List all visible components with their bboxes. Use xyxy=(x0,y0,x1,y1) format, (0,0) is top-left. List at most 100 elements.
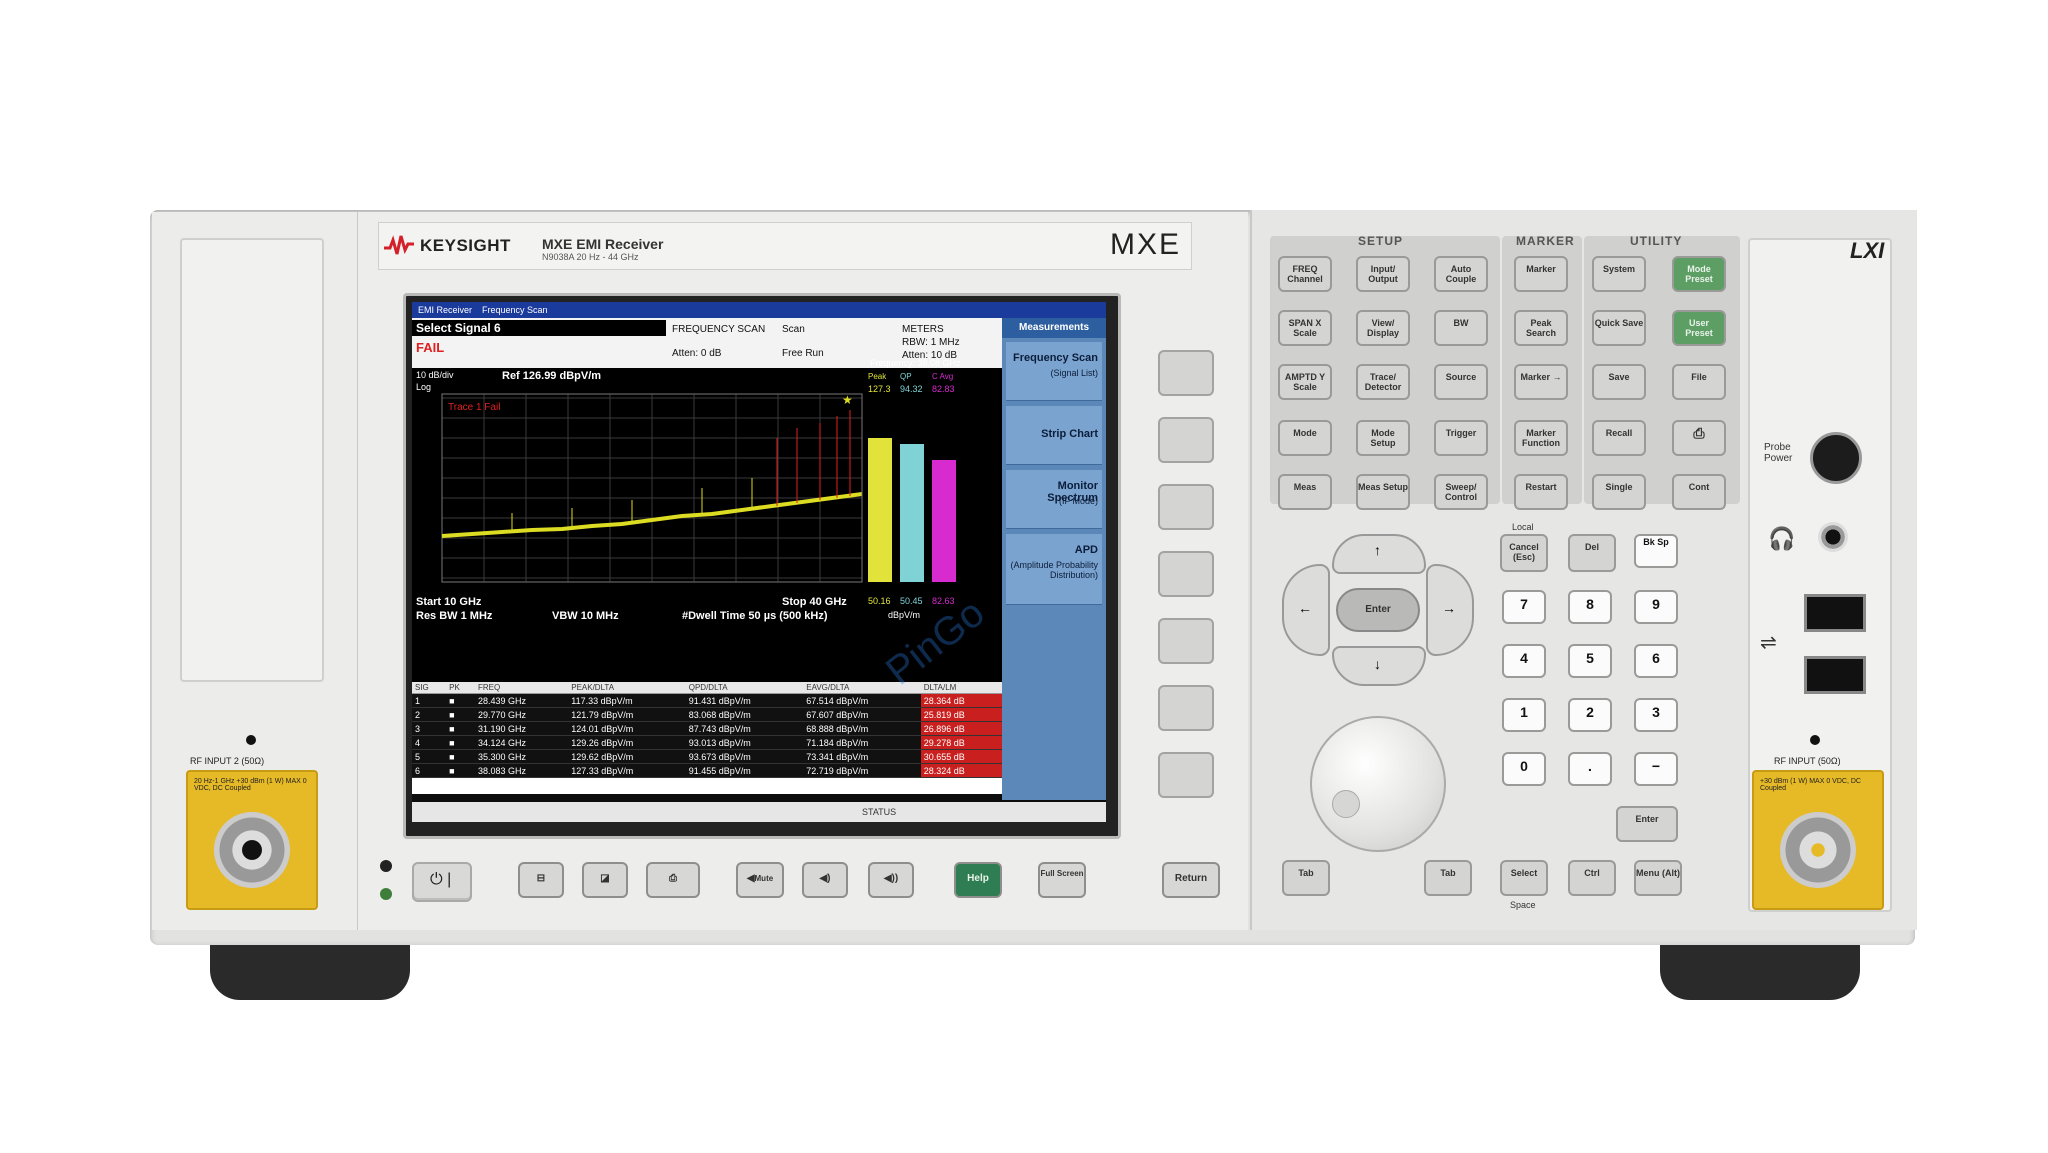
help-button[interactable]: Help xyxy=(954,862,1002,898)
key-recall[interactable]: Recall xyxy=(1592,420,1646,456)
tab-forward-key[interactable]: Tab xyxy=(1424,860,1472,896)
key-peak-search[interactable]: Peak Search xyxy=(1514,310,1568,346)
key-input-output[interactable]: Input/ Output xyxy=(1356,256,1410,292)
print-screen-button[interactable]: ⎙ xyxy=(646,862,700,898)
key-mode-preset[interactable]: Mode Preset xyxy=(1672,256,1726,292)
del-key[interactable]: Del xyxy=(1568,534,1616,572)
softkey-label: Strip Chart xyxy=(1041,428,1098,440)
key-freq-channel[interactable]: FREQ Channel xyxy=(1278,256,1332,292)
signal-list-table[interactable]: SIG PK FREQ PEAK/DLTA QPD/DLTA EAVG/DLTA… xyxy=(412,682,1002,794)
enter-key[interactable]: Enter xyxy=(1616,806,1678,842)
key-marker-to[interactable]: Marker → xyxy=(1514,364,1568,400)
side-softkey-6[interactable] xyxy=(1158,685,1214,731)
key-marker[interactable]: Marker xyxy=(1514,256,1568,292)
volume-down-button[interactable]: ◀) xyxy=(802,862,848,898)
key-user-preset[interactable]: User Preset xyxy=(1672,310,1726,346)
volume-up-button[interactable]: ◀)) xyxy=(868,862,914,898)
rf-input-panel: +30 dBm (1 W) MAX 0 VDC, DC Coupled xyxy=(1752,770,1884,910)
rf-input2-connector[interactable] xyxy=(214,812,290,888)
ctrl-key[interactable]: Ctrl xyxy=(1568,860,1616,896)
key-cont[interactable]: Cont xyxy=(1672,474,1726,510)
select-key[interactable]: Select xyxy=(1500,860,1548,896)
key-marker-function[interactable]: Marker Function xyxy=(1514,420,1568,456)
key-meas-setup[interactable]: Meas Setup xyxy=(1356,474,1410,510)
key-1[interactable]: 1 xyxy=(1502,698,1546,732)
full-screen-button[interactable]: Full Screen xyxy=(1038,862,1086,898)
backspace-key[interactable]: Bk Sp xyxy=(1634,534,1678,568)
key-quick-save[interactable]: Quick Save xyxy=(1592,310,1646,346)
key-save[interactable]: Save xyxy=(1592,364,1646,400)
start-frequency: Start 10 GHz xyxy=(416,596,482,608)
key-print[interactable]: ⎙ xyxy=(1672,420,1726,456)
key-file[interactable]: File xyxy=(1672,364,1726,400)
headphone-jack[interactable] xyxy=(1818,522,1848,552)
key-mode-setup[interactable]: Mode Setup xyxy=(1356,420,1410,456)
probe-power-connector[interactable] xyxy=(1810,432,1862,484)
key-meas[interactable]: Meas xyxy=(1278,474,1332,510)
arrow-down-key[interactable]: ↓ xyxy=(1332,646,1426,686)
table-row[interactable]: 1 ■ 28.439 GHz 117.33 dBpV/m 91.431 dBpV/m 67… xyxy=(412,693,1002,708)
tab-back-key[interactable]: Tab xyxy=(1282,860,1330,896)
key-9[interactable]: 9 xyxy=(1634,590,1678,624)
side-softkey-4[interactable] xyxy=(1158,551,1214,597)
key-bw[interactable]: BW xyxy=(1434,310,1488,346)
lxi-logo: LXI xyxy=(1850,238,1885,263)
side-softkey-7[interactable] xyxy=(1158,752,1214,798)
table-row[interactable]: 3 ■ 31.190 GHz 124.01 dBpV/m 87.743 dBpV/m 68… xyxy=(412,721,1002,736)
key-span-xscale[interactable]: SPAN X Scale xyxy=(1278,310,1332,346)
side-softkey-3[interactable] xyxy=(1158,484,1214,530)
softkey-monitor-spectrum[interactable]: Monitor Spectrum (IF Mode) xyxy=(1006,470,1102,529)
key-decimal[interactable]: . xyxy=(1568,752,1612,786)
key-source[interactable]: Source xyxy=(1434,364,1488,400)
key-0[interactable]: 0 xyxy=(1502,752,1546,786)
softkey-apd[interactable]: APD (Amplitude Probability Distribution) xyxy=(1006,534,1102,605)
power-button[interactable]: ⏻ | xyxy=(412,862,472,902)
cell: 91.455 dBpV/m xyxy=(685,763,804,778)
usb-port-2[interactable] xyxy=(1804,656,1866,694)
arrow-up-key[interactable]: ↑ xyxy=(1332,534,1426,574)
key-8[interactable]: 8 xyxy=(1568,590,1612,624)
side-softkey-1[interactable] xyxy=(1158,350,1214,396)
key-5[interactable]: 5 xyxy=(1568,644,1612,678)
key-2[interactable]: 2 xyxy=(1568,698,1612,732)
select-signal: Select Signal 6 xyxy=(412,320,666,336)
key-view-display[interactable]: View/ Display xyxy=(1356,310,1410,346)
menu-alt-key[interactable]: Menu (Alt) xyxy=(1634,860,1682,896)
key-system[interactable]: System xyxy=(1592,256,1646,292)
arrow-right-key[interactable]: → xyxy=(1426,564,1474,656)
key-mode[interactable]: Mode xyxy=(1278,420,1332,456)
cancel-esc-key[interactable]: Cancel (Esc) xyxy=(1500,534,1548,572)
key-trace-detector[interactable]: Trace/ Detector xyxy=(1356,364,1410,400)
key-3[interactable]: 3 xyxy=(1634,698,1678,732)
table-row[interactable]: 5 ■ 35.300 GHz 129.62 dBpV/m 93.673 dBpV/m 73… xyxy=(412,749,1002,764)
key-restart[interactable]: Restart xyxy=(1514,474,1568,510)
key-auto-couple[interactable]: Auto Couple xyxy=(1434,256,1488,292)
zoom-button[interactable]: ◪ xyxy=(582,862,628,898)
usb-port-1[interactable] xyxy=(1804,594,1866,632)
return-button[interactable]: Return xyxy=(1162,862,1220,898)
key-6[interactable]: 6 xyxy=(1634,644,1678,678)
key-4[interactable]: 4 xyxy=(1502,644,1546,678)
side-softkey-2[interactable] xyxy=(1158,417,1214,463)
rotary-knob[interactable] xyxy=(1310,716,1446,852)
key-7[interactable]: 7 xyxy=(1502,590,1546,624)
softkey-strip-chart[interactable]: Strip Chart xyxy=(1006,406,1102,465)
side-softkey-5[interactable] xyxy=(1158,618,1214,664)
table-row[interactable]: 4 ■ 34.124 GHz 129.26 dBpV/m 93.013 dBpV/m 71… xyxy=(412,735,1002,750)
arrow-enter-key[interactable]: Enter xyxy=(1336,588,1420,632)
window-split-button[interactable]: ⊟ xyxy=(518,862,564,898)
table-row[interactable]: 2 ■ 29.770 GHz 121.79 dBpV/m 83.068 dBpV/m 67… xyxy=(412,707,1002,722)
key-single[interactable]: Single xyxy=(1592,474,1646,510)
table-row[interactable]: 6 ■ 38.083 GHz 127.33 dBpV/m 91.455 dBpV/m 72… xyxy=(412,763,1002,778)
key-minus[interactable]: − xyxy=(1634,752,1678,786)
key-amptd-yscale[interactable]: AMPTD Y Scale xyxy=(1278,364,1332,400)
spectrum-plot: 10 dB/div Log Ref 126.99 dBpV/m Frequenc… xyxy=(412,358,1002,594)
rf-input-connector[interactable] xyxy=(1780,812,1856,888)
meter-bottom-qp: 50.45 xyxy=(900,596,923,606)
rf-input-led xyxy=(1810,735,1820,745)
arrow-left-key[interactable]: ← xyxy=(1282,564,1330,656)
key-sweep-control[interactable]: Sweep/ Control xyxy=(1434,474,1488,510)
mute-button[interactable]: ◀Mute xyxy=(736,862,784,898)
key-trigger[interactable]: Trigger xyxy=(1434,420,1488,456)
softkey-frequency-scan[interactable]: Frequency Scan (Signal List) xyxy=(1006,342,1102,401)
